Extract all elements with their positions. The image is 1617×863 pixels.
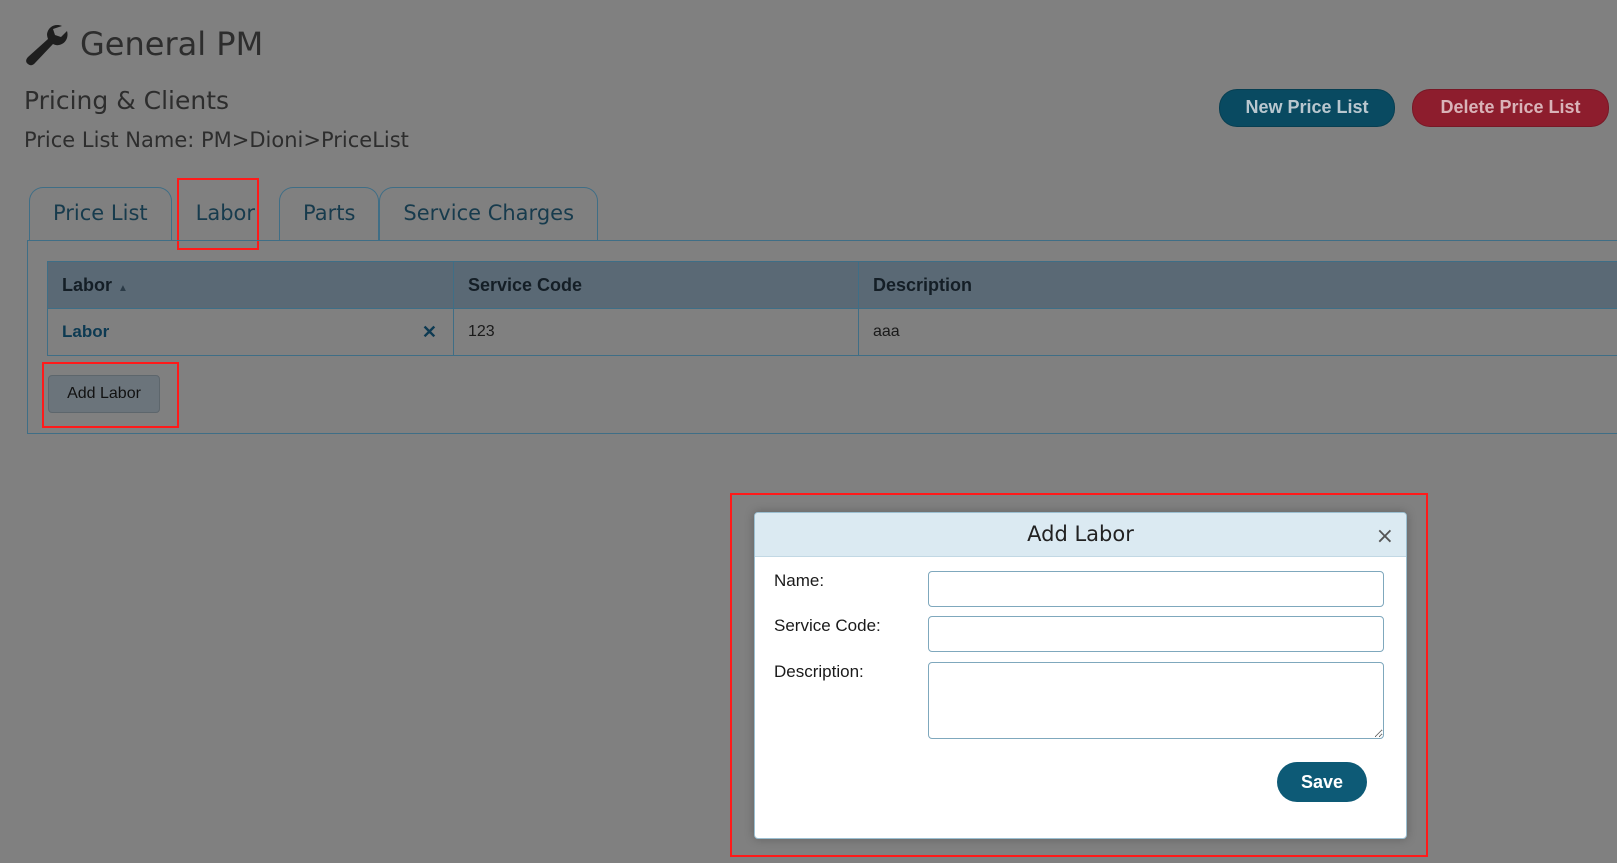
- tab-bar: Price List Labor Parts Service Charges: [29, 187, 599, 240]
- column-header-description[interactable]: Description: [858, 261, 1617, 309]
- sort-asc-icon: ▲: [118, 282, 128, 294]
- add-labor-dialog: Add Labor × Name: Service Code: Descript…: [754, 512, 1407, 839]
- page-header: General PM: [22, 22, 263, 66]
- description-field[interactable]: [928, 662, 1384, 739]
- highlight-box: [42, 362, 179, 428]
- price-list-name: Price List Name: PM>Dioni>PriceList: [24, 128, 409, 152]
- page-title: General PM: [80, 25, 264, 63]
- service-code-field[interactable]: [928, 616, 1384, 652]
- table-header-row: Labor ▲ Service Code Description: [47, 261, 1617, 309]
- tab-price-list[interactable]: Price List: [29, 187, 172, 240]
- column-header-service-code[interactable]: Service Code: [453, 261, 859, 309]
- save-button[interactable]: Save: [1277, 762, 1367, 802]
- service-code-cell: 123: [453, 308, 859, 356]
- labor-cell: Labor ✕: [47, 308, 454, 356]
- tab-service-charges[interactable]: Service Charges: [379, 187, 599, 240]
- delete-price-list-button[interactable]: Delete Price List: [1412, 89, 1609, 127]
- table-row: Labor ✕ 123 aaa: [47, 308, 1617, 356]
- new-price-list-button[interactable]: New Price List: [1219, 89, 1395, 127]
- name-label: Name:: [774, 571, 825, 590]
- name-field[interactable]: [928, 571, 1384, 607]
- description-cell: aaa: [858, 308, 1617, 356]
- wrench-icon: [26, 24, 68, 66]
- tab-parts[interactable]: Parts: [279, 187, 380, 240]
- service-code-label: Service Code:: [774, 616, 881, 635]
- labor-link[interactable]: Labor: [62, 322, 109, 341]
- close-icon[interactable]: ×: [1376, 515, 1394, 558]
- dialog-header: Add Labor ×: [755, 513, 1406, 557]
- column-header-labor[interactable]: Labor ▲: [47, 261, 454, 309]
- section-subtitle: Pricing & Clients: [24, 86, 230, 115]
- description-label: Description:: [774, 662, 864, 681]
- labor-table: Labor ▲ Service Code Description Labor ✕ …: [47, 261, 1617, 356]
- delete-icon[interactable]: ✕: [422, 322, 437, 343]
- dialog-title: Add Labor: [1027, 522, 1134, 546]
